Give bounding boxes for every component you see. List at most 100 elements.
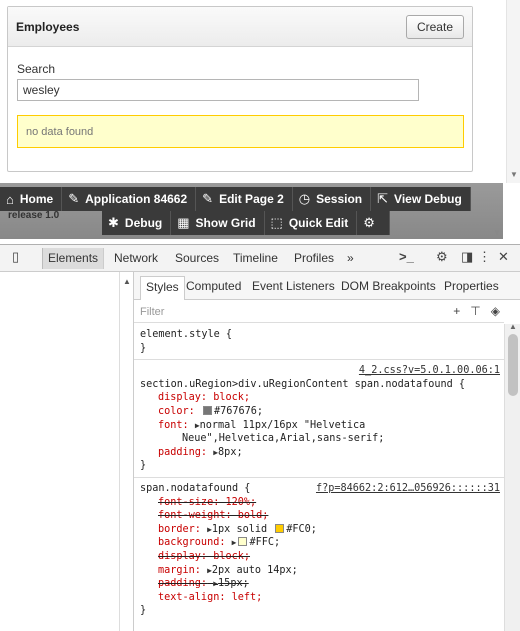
property-value: 15px;: [218, 578, 249, 590]
rule-source-link[interactable]: 4_2.css?v=5.0.1.00.06:1: [359, 364, 500, 378]
developer-toolbar-row-1: ⌂ Home ✎ Application 84662 ✎ Edit Page 2 ◷ S…: [0, 187, 471, 211]
settings-button[interactable]: ⚙: [357, 211, 390, 235]
scroll-up-arrow-icon[interactable]: ▲: [509, 322, 517, 331]
property-text: display: block;: [158, 550, 251, 562]
console-drawer-icon[interactable]: >_: [399, 249, 414, 264]
css-property-continued: Neue",Helvetica,Arial,sans-serif;: [182, 433, 385, 445]
styles-filter-row: Filter + ⊤ ◈: [134, 301, 504, 323]
employees-region: Employees Create Search wesley no data f…: [7, 6, 473, 172]
css-property[interactable]: background: ▶ #FFC;: [140, 536, 498, 550]
rule-source-link[interactable]: f?p=84662:2:612…056926::::::31: [316, 482, 500, 496]
view-debug-button[interactable]: ⇱ View Debug: [371, 187, 471, 211]
new-style-rule-icon[interactable]: +: [453, 304, 460, 318]
dock-side-icon[interactable]: ◨: [461, 249, 473, 265]
tab-network[interactable]: Network: [114, 251, 158, 265]
show-grid-label: Show Grid: [195, 216, 256, 230]
tab-profiles[interactable]: Profiles: [294, 251, 334, 265]
rule-selector[interactable]: section.uRegion>div.uRegionContent span.…: [140, 378, 498, 392]
property-name: padding:: [158, 446, 208, 458]
screen: Employees Create Search wesley no data f…: [0, 0, 520, 631]
css-property-overridden[interactable]: font-size: 120%;: [140, 496, 498, 510]
property-value: #767676;: [213, 405, 264, 417]
css-property[interactable]: padding: ▶8px;: [140, 446, 498, 460]
css-property[interactable]: border: ▶1px solid #FC0;: [140, 523, 498, 537]
bug-icon: ✱: [108, 215, 119, 230]
color-swatch[interactable]: [202, 405, 212, 415]
close-icon[interactable]: ✕: [498, 249, 509, 265]
property-value: 2px auto 14px;: [211, 564, 298, 576]
filter-input[interactable]: Filter: [140, 306, 164, 318]
toggle-class-icon[interactable]: ◈: [491, 304, 500, 318]
style-rule-nodatafound: span.nodatafound { f?p=84662:2:612…056926…: [134, 478, 504, 622]
session-button[interactable]: ◷ Session: [292, 187, 372, 211]
debug-view-icon: ⇱: [377, 191, 389, 206]
developer-toolbar-row-2: ✱ Debug ▦ Show Grid ⬚ Quick Edit ⚙: [102, 211, 390, 235]
rule-close: }: [140, 605, 147, 617]
rule-selector[interactable]: element.style {: [140, 328, 498, 342]
more-tabs-icon[interactable]: »: [347, 251, 354, 265]
tab-elements[interactable]: Elements: [42, 248, 105, 269]
quick-edit-button[interactable]: ⬚ Quick Edit: [264, 211, 358, 235]
scrollbar-thumb[interactable]: [508, 334, 518, 396]
search-label: Search: [17, 62, 56, 76]
debug-label: Debug: [124, 216, 163, 230]
tab-styles[interactable]: Styles: [140, 276, 185, 300]
css-property-overridden[interactable]: padding: ▶15px;: [140, 577, 498, 591]
tab-event-listeners[interactable]: Event Listeners: [252, 279, 335, 293]
css-property[interactable]: margin: ▶2px auto 14px;: [140, 564, 498, 578]
grid-icon: ▦: [177, 215, 190, 230]
property-text: font-size: 120%;: [158, 496, 257, 508]
home-icon: ⌂: [6, 191, 14, 207]
apex-page: Employees Create Search wesley no data f…: [0, 0, 520, 183]
property-value: normal 11px/16px "Helvetica: [199, 419, 366, 431]
css-property[interactable]: display: block;: [140, 391, 498, 405]
rule-selector[interactable]: span.nodatafound {: [140, 483, 250, 494]
styles-pane: element.style { } 4_2.css?v=5.0.1.00.06:…: [134, 324, 504, 631]
style-rule-uregion: 4_2.css?v=5.0.1.00.06:1 section.uRegion>…: [134, 360, 504, 478]
application-label: Application 84662: [85, 192, 188, 206]
edit-page-button[interactable]: ✎ Edit Page 2: [196, 187, 293, 211]
edit-icon: ✎: [68, 191, 80, 206]
search-input[interactable]: wesley: [17, 79, 419, 101]
property-value: #FC0;: [286, 523, 317, 535]
toolbar-scroll-arrow-icon[interactable]: ▼: [493, 228, 501, 237]
tab-dom-breakpoints[interactable]: DOM Breakpoints: [341, 279, 436, 293]
create-button[interactable]: Create: [405, 14, 464, 39]
css-property[interactable]: font: ▶normal 11px/16px "Helvetica: [140, 419, 498, 433]
quick-edit-icon: ⬚: [270, 215, 283, 230]
tab-computed[interactable]: Computed: [186, 279, 241, 293]
css-property-overridden[interactable]: display: block;: [140, 550, 498, 564]
styles-scrollbar[interactable]: ▲: [504, 322, 520, 631]
property-name: margin:: [158, 564, 201, 576]
debug-button[interactable]: ✱ Debug: [102, 211, 172, 235]
edit-page-icon: ✎: [202, 191, 214, 206]
scroll-up-arrow-icon[interactable]: ▲: [123, 277, 131, 286]
tab-properties[interactable]: Properties: [444, 279, 499, 293]
pin-element-state-icon[interactable]: ⊤: [470, 304, 480, 318]
region-header: Employees Create: [8, 7, 472, 47]
expand-triangle-icon[interactable]: ▶: [232, 538, 237, 547]
color-swatch[interactable]: [238, 537, 248, 547]
scroll-down-arrow-icon[interactable]: ▼: [510, 170, 518, 179]
more-options-icon[interactable]: ⋮: [478, 249, 491, 265]
tab-sources[interactable]: Sources: [175, 251, 219, 265]
page-scrollbar[interactable]: ▼: [506, 0, 520, 183]
gear-icon: ⚙: [363, 215, 375, 230]
devtools-tab-bar: ▯ Elements Network Sources Timeline Prof…: [0, 245, 520, 272]
dom-tree-scrollbar[interactable]: ▲: [120, 272, 134, 631]
gear-icon[interactable]: ⚙: [436, 249, 448, 265]
css-property[interactable]: text-align: left;: [140, 591, 498, 605]
color-swatch[interactable]: [275, 523, 285, 533]
application-button[interactable]: ✎ Application 84662: [62, 187, 197, 211]
home-button[interactable]: ⌂ Home: [0, 187, 63, 211]
rule-close: }: [140, 342, 147, 354]
show-grid-button[interactable]: ▦ Show Grid: [171, 211, 265, 235]
property-value: #FFC;: [249, 537, 281, 549]
property-text: text-align: left;: [158, 591, 263, 603]
tab-timeline[interactable]: Timeline: [233, 251, 278, 265]
dom-tree-pane[interactable]: [0, 272, 120, 631]
property-name: font:: [158, 419, 189, 431]
device-mode-icon[interactable]: ▯: [12, 249, 19, 265]
css-property[interactable]: color: #767676;: [140, 405, 498, 419]
css-property-overridden[interactable]: font-weight: bold;: [140, 509, 498, 523]
